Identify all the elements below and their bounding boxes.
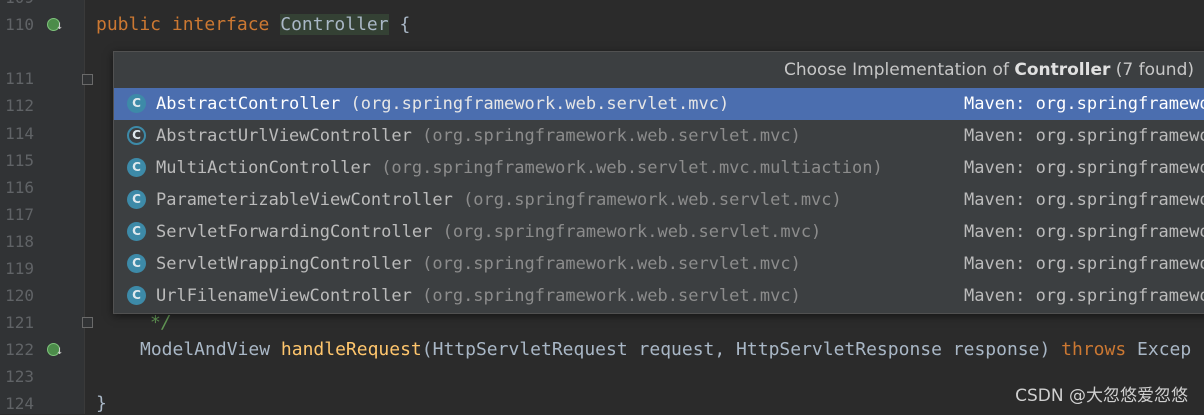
- keyword: public interface: [96, 14, 270, 35]
- code-line-121: */: [150, 312, 172, 333]
- class-icon: C: [127, 158, 146, 177]
- implementation-item[interactable]: C ParameterizableViewController (org.spr…: [114, 184, 1204, 216]
- fold-toggle-icon[interactable]: [82, 317, 93, 328]
- line-number: 120: [5, 286, 34, 305]
- line-number: 110: [5, 15, 34, 34]
- class-icon: C: [127, 190, 146, 209]
- class-icon: C: [127, 254, 146, 273]
- implemented-gutter-icon[interactable]: ↓: [47, 341, 65, 357]
- class-name: MultiActionController: [156, 158, 371, 178]
- implementation-item[interactable]: C ServletWrappingController (org.springf…: [114, 248, 1204, 280]
- interface-name[interactable]: Controller: [280, 14, 389, 35]
- keyword: throws: [1061, 339, 1127, 360]
- implementation-item[interactable]: C AbstractController (org.springframewor…: [114, 88, 1204, 120]
- class-icon: C: [127, 94, 146, 113]
- line-number: 111: [5, 69, 34, 88]
- watermark: CSDN @大忽悠爱忽悠: [1015, 386, 1188, 406]
- class-name: ServletWrappingController: [156, 254, 412, 274]
- line-number: 115: [5, 151, 34, 170]
- repository-label: Maven: org.springframework: [964, 286, 1204, 306]
- line-number: 114: [5, 124, 34, 143]
- class-name: AbstractUrlViewController: [156, 126, 412, 146]
- method-name[interactable]: handleRequest: [281, 339, 422, 360]
- line-number: 112: [5, 96, 34, 115]
- implementation-item[interactable]: C ServletForwardingController (org.sprin…: [114, 216, 1204, 248]
- repository-label: Maven: org.springframework: [964, 158, 1204, 178]
- package-name: (org.springframework.web.servlet.mvc): [422, 126, 801, 146]
- choose-implementation-popup: Choose Implementation of Controller (7 f…: [113, 51, 1204, 314]
- package-name: (org.springframework.web.servlet.mvc): [422, 254, 801, 274]
- repository-label: Maven: org.springframework: [964, 190, 1204, 210]
- line-number: 119: [5, 259, 34, 278]
- code-text: {: [388, 14, 411, 35]
- line-number: 116: [5, 178, 34, 197]
- package-name: (org.springframework.web.servlet.mvc): [463, 190, 842, 210]
- code-text: Excep: [1126, 339, 1192, 360]
- package-name: (org.springframework.web.servlet.mvc): [422, 286, 801, 306]
- repository-label: Maven: org.springframework: [964, 94, 1204, 114]
- abstract-class-icon: C: [127, 126, 146, 145]
- implementation-item[interactable]: C AbstractUrlViewController (org.springf…: [114, 120, 1204, 152]
- fold-toggle-icon[interactable]: [82, 74, 93, 85]
- method-params: (HttpServletRequest request, HttpServlet…: [421, 339, 1062, 360]
- class-name: AbstractController: [156, 94, 341, 114]
- code-line-122: ModelAndView handleRequest(HttpServletRe…: [140, 339, 1191, 361]
- implementation-item[interactable]: C UrlFilenameViewController (org.springf…: [114, 280, 1204, 312]
- class-icon: C: [127, 286, 146, 305]
- package-name: (org.springframework.web.servlet.mvc.mul…: [381, 158, 883, 178]
- line-number: 117: [5, 205, 34, 224]
- line-number: 124: [5, 394, 34, 413]
- repository-label: Maven: org.springframework: [964, 254, 1204, 274]
- class-name: UrlFilenameViewController: [156, 286, 412, 306]
- class-name: ParameterizableViewController: [156, 190, 453, 210]
- class-icon: C: [127, 222, 146, 241]
- popup-title: Choose Implementation of Controller (7 f…: [784, 60, 1194, 80]
- class-name: ServletForwardingController: [156, 222, 433, 242]
- code-line-110: public interface Controller {: [96, 14, 410, 36]
- line-number: 123: [5, 367, 34, 386]
- return-type: ModelAndView: [140, 339, 281, 360]
- package-name: (org.springframework.web.servlet.mvc): [350, 94, 730, 114]
- line-number: 121: [5, 313, 34, 332]
- line-number: 118: [5, 232, 34, 251]
- repository-label: Maven: org.springframework: [964, 126, 1204, 146]
- repository-label: Maven: org.springframework: [964, 222, 1204, 242]
- package-name: (org.springframework.web.servlet.mvc): [442, 222, 822, 242]
- implementation-item[interactable]: C MultiActionController (org.springframe…: [114, 152, 1204, 184]
- code-line-124: }: [96, 393, 107, 414]
- line-number: 122: [5, 340, 34, 359]
- implemented-gutter-icon[interactable]: ↓: [47, 16, 65, 32]
- line-number: 109: [0, 0, 34, 8]
- editor-gutter: 109 110 111 112 114 115 116 117 118 119 …: [0, 0, 85, 414]
